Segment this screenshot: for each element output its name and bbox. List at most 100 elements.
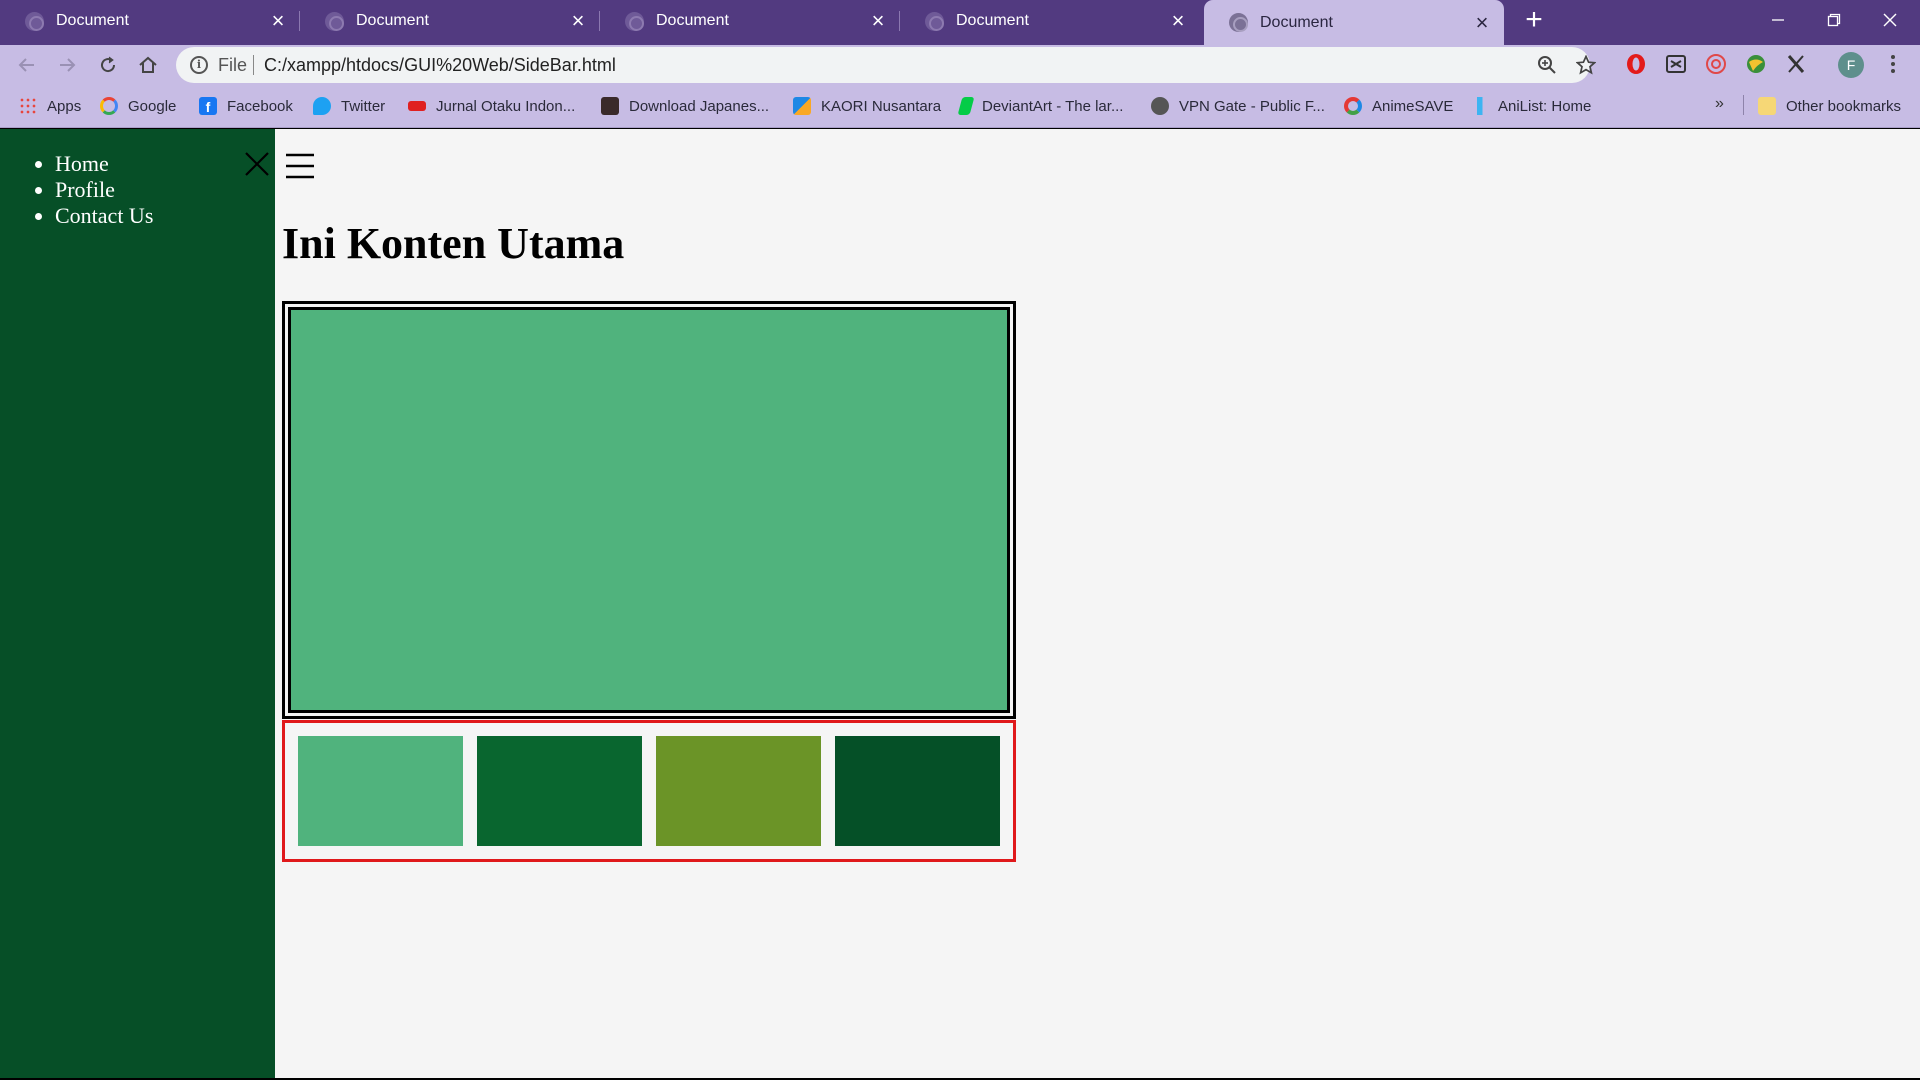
deviantart-icon [957, 97, 975, 115]
minimize-icon [1772, 19, 1784, 21]
record-extension-icon[interactable] [1701, 49, 1731, 79]
thumbnail[interactable] [656, 736, 821, 846]
info-icon[interactable]: i [190, 56, 208, 74]
address-bar[interactable]: i File [176, 47, 1596, 83]
globe-icon [25, 11, 44, 31]
bookmark-kaori[interactable]: KAORI Nusantara [793, 94, 941, 118]
browser-toolbar: i File F [0, 45, 1920, 83]
bookmark-apps[interactable]: Apps [19, 94, 81, 118]
screenshot-extension-icon[interactable] [1661, 49, 1691, 79]
opera-extension-icon[interactable] [1621, 49, 1651, 79]
profile-avatar[interactable]: F [1838, 52, 1864, 78]
bookmark-label: AniList: Home [1498, 97, 1592, 115]
tab-strip: Document × Document × Document × Documen… [0, 0, 1920, 45]
tab-title: Document [1260, 13, 1333, 31]
bookmark-label: KAORI Nusantara [821, 97, 942, 115]
anilist-icon [1470, 97, 1488, 115]
tab-close-icon[interactable]: × [1472, 11, 1492, 33]
bookmark-deviantart[interactable]: DeviantArt - The lar... [957, 94, 1124, 118]
browser-tab[interactable]: Document × [0, 0, 300, 42]
hamburger-menu-icon[interactable] [284, 149, 316, 183]
forward-button[interactable] [51, 49, 83, 81]
browser-tab[interactable]: Document × [300, 0, 600, 42]
arrow-left-icon [18, 58, 34, 72]
jurnal-otaku-icon [408, 101, 426, 111]
reload-icon [101, 56, 116, 73]
thumbnail[interactable] [835, 736, 1000, 846]
page-heading: Ini Konten Utama [282, 219, 625, 268]
sidebar-item-home[interactable]: Home [55, 151, 153, 177]
bookmark-facebook[interactable]: f Facebook [199, 94, 293, 118]
hero-frame [282, 301, 1016, 719]
url-input[interactable] [264, 47, 1364, 83]
thumbnail-row [282, 720, 1016, 862]
tab-close-icon[interactable]: × [868, 10, 888, 32]
sidebar-nav: Home Profile Contact Us [55, 151, 153, 229]
close-window-button[interactable] [1862, 0, 1918, 40]
tab-close-icon[interactable]: × [268, 10, 288, 32]
globe-extension-icon[interactable] [1741, 49, 1771, 79]
globe-icon [925, 11, 944, 31]
bookmark-label: Facebook [227, 97, 293, 115]
bookmarks-bar: Apps Google f Facebook Twitter Jurnal Ot… [0, 83, 1920, 128]
bookmark-google[interactable]: Google [100, 94, 176, 118]
bookmark-star-icon[interactable] [1572, 51, 1600, 79]
tab-title: Document [356, 12, 429, 29]
bookmark-label: Apps [47, 97, 82, 115]
tab-close-icon[interactable]: × [568, 10, 588, 32]
animesave-icon [1344, 97, 1362, 115]
folder-icon [1758, 97, 1776, 115]
globe-icon [325, 11, 344, 31]
apps-grid-icon [19, 97, 37, 115]
close-icon [1883, 13, 1897, 27]
globe-icon [1229, 13, 1248, 32]
sidebar-close-icon[interactable] [242, 149, 272, 179]
menu-kebab-icon[interactable] [1878, 49, 1908, 79]
browser-tab[interactable]: Document × [600, 0, 900, 42]
address-divider [253, 55, 254, 75]
bookmark-download-japanese[interactable]: Download Japanes... [601, 94, 769, 118]
bookmark-anilist[interactable]: AniList: Home [1470, 94, 1591, 118]
bookmark-other[interactable]: Other bookmarks [1758, 94, 1901, 118]
tab-title: Document [956, 12, 1029, 29]
thumbnail[interactable] [477, 736, 642, 846]
facebook-icon: f [199, 97, 217, 115]
tab-title: Document [56, 12, 129, 29]
bookmark-vpn-gate[interactable]: VPN Gate - Public F... [1151, 94, 1325, 118]
browser-tab-active[interactable]: Document × [1204, 0, 1504, 45]
arrow-right-icon [60, 58, 76, 72]
thumbnail[interactable] [298, 736, 463, 846]
bookmark-label: DeviantArt - The lar... [982, 97, 1124, 115]
bookmarks-overflow-button[interactable]: » [1715, 95, 1724, 113]
bookmark-label: Other bookmarks [1786, 97, 1902, 115]
bookmark-jurnal-otaku[interactable]: Jurnal Otaku Indon... [408, 94, 575, 118]
back-button[interactable] [11, 49, 43, 81]
restore-icon [1827, 13, 1841, 27]
hero-image [288, 307, 1010, 713]
home-icon [139, 56, 157, 73]
new-tab-button[interactable]: + [1519, 5, 1549, 36]
kaori-icon [793, 97, 811, 115]
scheme-label: File [218, 55, 248, 75]
browser-tab[interactable]: Document × [900, 0, 1200, 42]
google-icon [100, 97, 118, 115]
minimize-button[interactable] [1750, 0, 1806, 40]
bookmark-animesave[interactable]: AnimeSAVE [1344, 94, 1453, 118]
bookmark-label: VPN Gate - Public F... [1179, 97, 1325, 115]
page-viewport: Home Profile Contact Us Ini Konten Utama [0, 129, 1920, 1078]
reload-button[interactable] [92, 49, 124, 81]
twitter-icon [313, 97, 331, 115]
tab-title: Document [656, 12, 729, 29]
sidebar-item-profile[interactable]: Profile [55, 177, 153, 203]
globe-icon [1151, 97, 1169, 115]
bookmark-label: AnimeSAVE [1372, 97, 1454, 115]
x-extension-icon[interactable] [1781, 49, 1811, 79]
bookmarks-divider [1743, 95, 1744, 115]
bookmark-twitter[interactable]: Twitter [313, 94, 385, 118]
bookmark-label: Download Japanes... [629, 97, 770, 115]
tab-close-icon[interactable]: × [1168, 10, 1188, 32]
sidebar-item-contact-us[interactable]: Contact Us [55, 203, 153, 229]
restore-button[interactable] [1806, 0, 1862, 40]
home-button[interactable] [132, 49, 164, 81]
zoom-icon[interactable] [1533, 51, 1561, 79]
